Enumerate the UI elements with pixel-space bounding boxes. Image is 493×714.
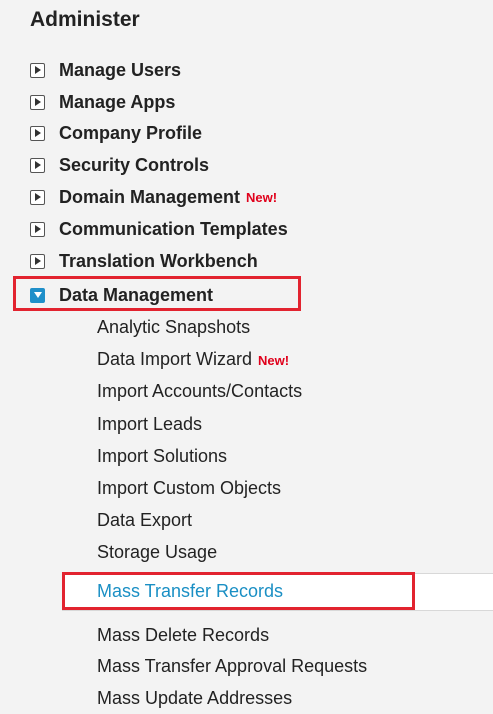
- expand-arrow-icon[interactable]: [30, 253, 45, 269]
- sub-item-data-import-wizard[interactable]: Data Import Wizard New!: [97, 349, 289, 370]
- administer-panel: Administer Manage Users Manage Apps Comp…: [0, 0, 493, 714]
- expand-arrow-icon[interactable]: [30, 157, 45, 173]
- new-badge: New!: [258, 353, 290, 368]
- expand-arrow-icon[interactable]: [30, 189, 45, 205]
- sub-item-label: Data Import Wizard: [97, 349, 253, 369]
- sidebar-item-label: Domain Management: [59, 186, 241, 207]
- sidebar-item-company-profile[interactable]: Company Profile: [30, 120, 202, 146]
- sidebar-item-label: Company Profile: [59, 122, 203, 143]
- sub-item-storage-usage[interactable]: Storage Usage: [97, 542, 217, 563]
- sub-item-import-leads[interactable]: Import Leads: [97, 414, 202, 435]
- sub-item-mass-update-addresses[interactable]: Mass Update Addresses: [97, 688, 292, 709]
- sidebar-item-manage-users[interactable]: Manage Users: [30, 57, 181, 83]
- section-title: Administer: [30, 8, 140, 31]
- expand-arrow-icon[interactable]: [30, 125, 45, 141]
- expand-arrow-icon[interactable]: [30, 94, 45, 110]
- new-badge: New!: [246, 189, 278, 205]
- sidebar-item-label: Security Controls: [59, 154, 210, 175]
- sidebar-item-communication-templates[interactable]: Communication Templates: [30, 216, 288, 242]
- sidebar-item-domain-management[interactable]: Domain Management New!: [30, 184, 277, 210]
- sub-item-import-custom-objects[interactable]: Import Custom Objects: [97, 478, 281, 499]
- sub-item-import-solutions[interactable]: Import Solutions: [97, 446, 227, 467]
- sub-item-mass-transfer-approval-requests[interactable]: Mass Transfer Approval Requests: [97, 656, 367, 677]
- highlight-box: [62, 572, 415, 610]
- sidebar-item-security-controls[interactable]: Security Controls: [30, 152, 209, 178]
- sub-item-import-accounts-contacts[interactable]: Import Accounts/Contacts: [97, 381, 302, 402]
- expand-arrow-icon[interactable]: [30, 62, 45, 78]
- sub-item-analytic-snapshots[interactable]: Analytic Snapshots: [97, 317, 250, 338]
- sidebar-item-label: Translation Workbench: [59, 250, 258, 271]
- highlight-box: [13, 276, 301, 311]
- sub-item-data-export[interactable]: Data Export: [97, 510, 192, 531]
- expand-arrow-icon[interactable]: [30, 221, 45, 237]
- sidebar-item-label: Manage Apps: [59, 91, 176, 112]
- sidebar-item-manage-apps[interactable]: Manage Apps: [30, 89, 175, 115]
- sidebar-item-translation-workbench[interactable]: Translation Workbench: [30, 248, 258, 274]
- sidebar-item-label: Communication Templates: [59, 218, 288, 239]
- sidebar-item-label: Manage Users: [59, 59, 182, 80]
- sub-item-mass-delete-records[interactable]: Mass Delete Records: [97, 625, 269, 646]
